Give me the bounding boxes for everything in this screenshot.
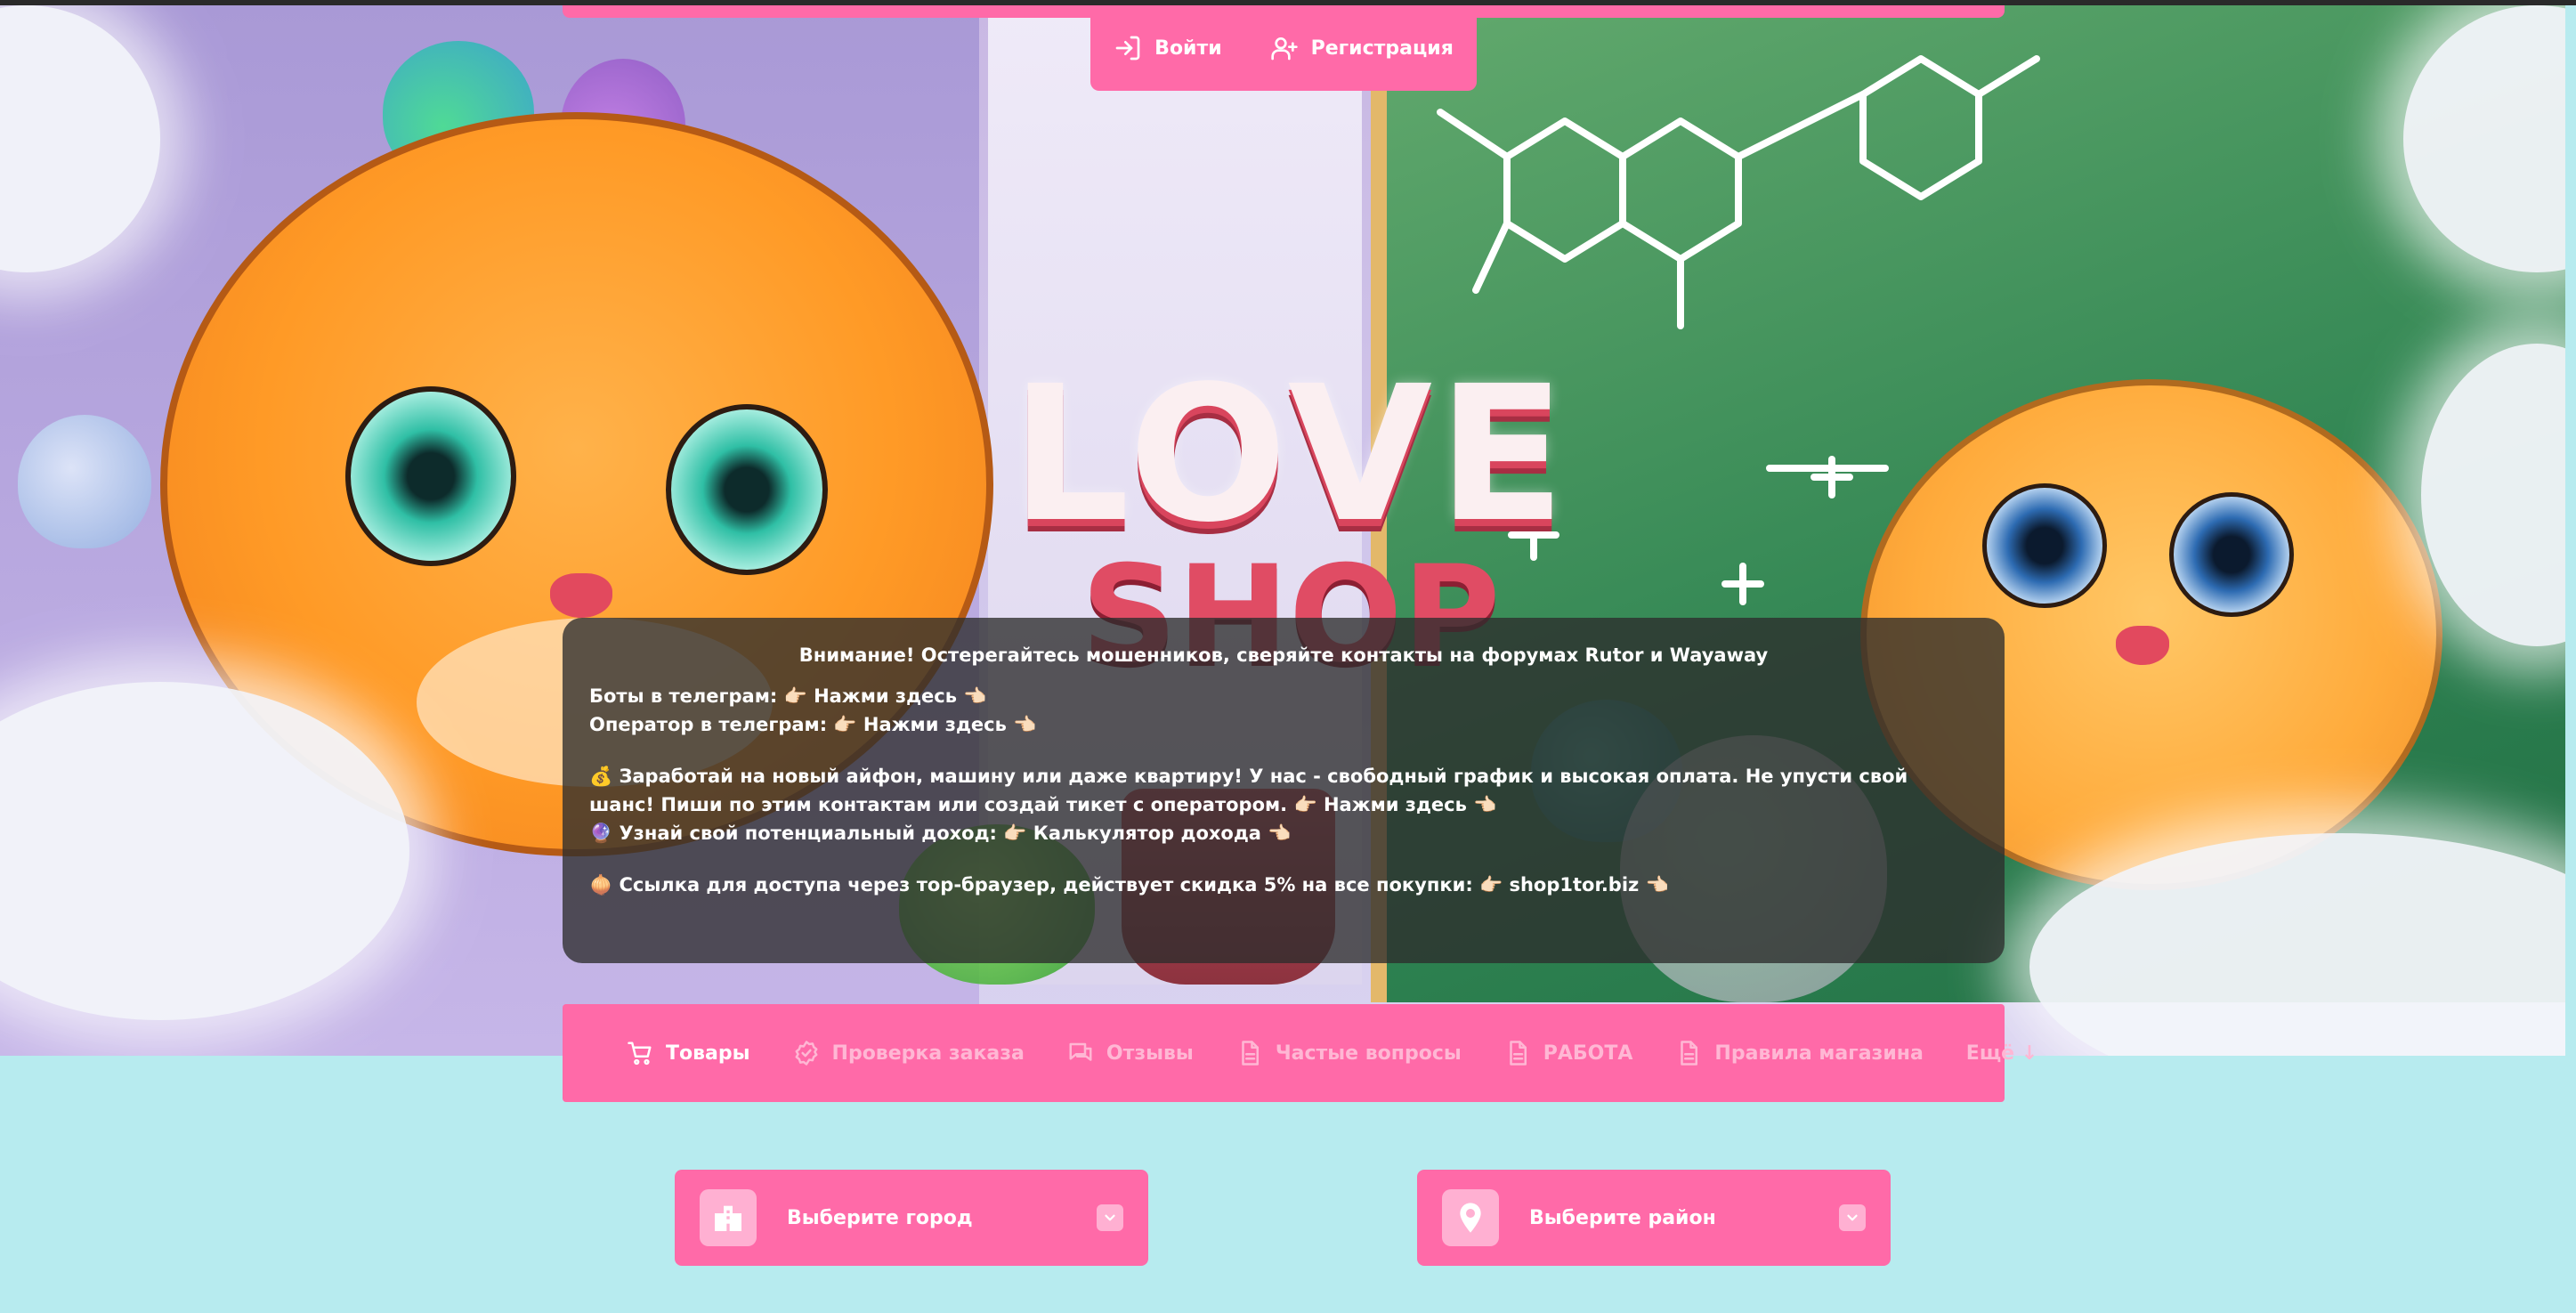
notice-job-line: 💰 Заработай на новый айфон, машину или д… — [589, 762, 1978, 819]
cart-icon — [628, 1041, 652, 1066]
nav-label: Товары — [666, 1041, 750, 1065]
chevron-down-icon — [1105, 1214, 1115, 1221]
login-button[interactable]: Войти — [1114, 34, 1222, 62]
nav-item-order-check[interactable]: Проверка заказа — [793, 1040, 1025, 1066]
badge-check-icon — [795, 1041, 818, 1066]
logo-line-1: LOVE — [1010, 345, 1571, 563]
chevron-down-icon — [1847, 1214, 1858, 1221]
income-label: 🔮 Узнай свой потенциальный доход: 👉🏻 — [589, 823, 1033, 844]
district-icon-box — [1442, 1189, 1499, 1246]
city-select-label: Выберите город — [787, 1206, 973, 1229]
chat-icon — [1069, 1042, 1092, 1061]
flask-blue — [18, 415, 151, 548]
nav-label: РАБОТА — [1543, 1041, 1633, 1065]
user-plus-icon — [1270, 37, 1298, 61]
nav-item-job[interactable]: РАБОТА — [1504, 1040, 1633, 1066]
pointer-back: 👈🏻 — [1466, 794, 1497, 815]
city-icon-box — [700, 1189, 757, 1246]
bots-link[interactable]: Нажми здесь — [814, 685, 957, 707]
pointer-back: 👈🏻 — [1006, 714, 1037, 735]
notice-income-line: 🔮 Узнай свой потенциальный доход: 👉🏻 Кал… — [589, 819, 1978, 847]
nav-item-products[interactable]: Товары — [627, 1040, 750, 1066]
nav-label: Отзывы — [1106, 1041, 1194, 1065]
nav-item-faq[interactable]: Частые вопросы — [1236, 1040, 1462, 1066]
notice-operator-line: Оператор в телеграм: 👉🏻 Нажми здесь 👈🏻 — [589, 710, 1978, 739]
nav-label: Проверка заказа — [831, 1041, 1025, 1065]
login-icon — [1115, 36, 1140, 61]
pointer-back: 👈🏻 — [1639, 874, 1669, 896]
nav-item-reviews[interactable]: Отзывы — [1067, 1040, 1194, 1066]
job-link[interactable]: Нажми здесь — [1324, 794, 1467, 815]
tor-label: 🧅 Ссылка для доступа через тор-браузер, … — [589, 874, 1510, 896]
register-label: Регистрация — [1310, 36, 1454, 60]
district-select-toggle[interactable] — [1839, 1204, 1866, 1231]
job-text: 💰 Заработай на новый айфон, машину или д… — [589, 766, 1908, 815]
nav-item-rules[interactable]: Правила магазина — [1675, 1040, 1924, 1066]
pointer-back: 👈🏻 — [957, 685, 987, 707]
auth-bar: Войти Регистрация — [1090, 5, 1477, 91]
bots-label: Боты в телеграм: 👉🏻 — [589, 685, 814, 707]
city-select-toggle[interactable] — [1097, 1204, 1123, 1231]
pointer-back: 👈🏻 — [1260, 823, 1292, 844]
notice-title: Внимание! Остерегайтесь мошенников, свер… — [798, 644, 1769, 666]
buildings-icon — [715, 1205, 741, 1231]
nav-label: Правила магазина — [1714, 1041, 1924, 1065]
nav-label: Ещё ↓ — [1965, 1041, 2038, 1065]
map-pin-icon — [1460, 1203, 1481, 1233]
document-icon — [1510, 1041, 1527, 1066]
tor-link[interactable]: shop1tor.biz — [1509, 874, 1639, 896]
nav-item-more[interactable]: Ещё ↓ — [1966, 1042, 2037, 1065]
nav-label: Частые вопросы — [1275, 1041, 1462, 1065]
main-nav: Товары Проверка заказа Отзывы Частые воп… — [563, 1004, 2037, 1102]
login-label: Войти — [1154, 36, 1222, 60]
operator-link[interactable]: Нажми здесь — [863, 714, 1007, 735]
document-icon — [1681, 1041, 1698, 1066]
notice-bots-line: Боты в телеграм: 👉🏻 Нажми здесь 👈🏻 — [589, 682, 1978, 710]
notice-tor-line: 🧅 Ссылка для доступа через тор-браузер, … — [589, 871, 1978, 899]
operator-label: Оператор в телеграм: 👉🏻 — [589, 714, 863, 735]
document-icon — [1242, 1041, 1259, 1066]
warning-notice: Внимание! Остерегайтесь мошенников, свер… — [563, 618, 2005, 963]
district-select-label: Выберите район — [1529, 1206, 1716, 1229]
city-select[interactable]: Выберите город — [675, 1170, 1148, 1266]
district-select[interactable]: Выберите район — [1417, 1170, 1891, 1266]
income-link[interactable]: Калькулятор дохода — [1033, 823, 1261, 844]
register-button[interactable]: Регистрация — [1270, 34, 1454, 62]
